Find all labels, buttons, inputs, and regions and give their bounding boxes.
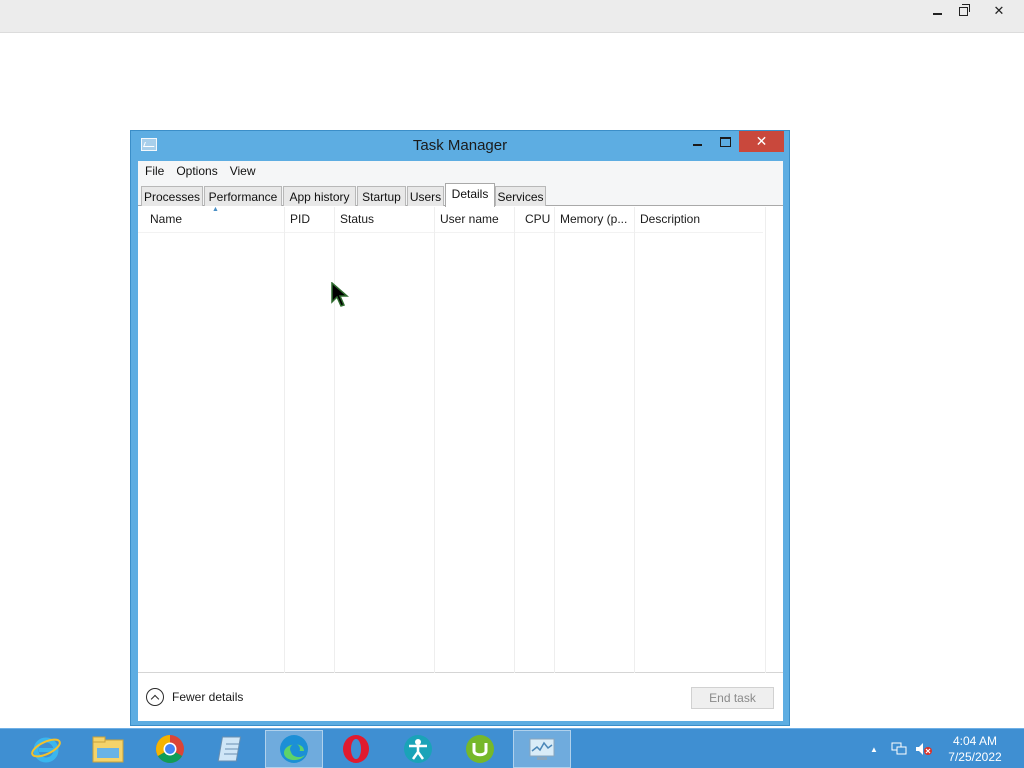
details-table: ▲ Name PID Status User name CPU Memory (…	[138, 207, 783, 673]
taskbar-chrome[interactable]	[141, 730, 199, 768]
taskbar-notepad[interactable]	[203, 730, 261, 768]
column-label-memory: Memory (p...	[560, 212, 628, 226]
column-label-user-name: User name	[440, 212, 499, 226]
host-title-bar: ✕	[0, 0, 1024, 33]
column-label-pid: PID	[290, 212, 311, 226]
tab-performance[interactable]: Performance	[204, 186, 282, 206]
column-header-name[interactable]: ▲ Name	[144, 207, 284, 231]
header-divider	[138, 232, 763, 233]
taskbar-opera[interactable]	[327, 730, 385, 768]
system-clock[interactable]: 4:04 AM 7/25/2022	[940, 733, 1010, 765]
file-explorer-icon	[92, 736, 124, 763]
tab-processes[interactable]: Processes	[141, 186, 203, 206]
column-divider[interactable]	[765, 207, 766, 673]
clock-time: 4:04 AM	[952, 734, 998, 748]
chevron-up-icon	[146, 688, 164, 706]
taskbar-internet-explorer[interactable]	[17, 730, 75, 768]
maximize-button[interactable]	[712, 131, 738, 152]
column-header-description[interactable]: Description	[634, 207, 765, 231]
column-label-description: Description	[640, 212, 701, 226]
mouse-cursor-icon	[331, 282, 349, 307]
tab-app-history[interactable]: App history	[283, 186, 356, 206]
footer-bar: Fewer details End task	[138, 673, 783, 721]
sort-ascending-icon: ▲	[212, 207, 219, 213]
taskbar-utorrent[interactable]	[451, 730, 509, 768]
accessibility-app-icon	[404, 735, 432, 763]
internet-explorer-icon	[31, 737, 61, 763]
tab-details[interactable]: Details	[445, 183, 495, 207]
task-manager-window: Task Manager ✕ File Options View Process…	[130, 130, 790, 726]
column-divider[interactable]	[634, 207, 635, 673]
title-bar[interactable]: Task Manager ✕	[131, 131, 789, 161]
utorrent-icon	[466, 735, 494, 763]
clock-date: 7/25/2022	[948, 750, 1002, 764]
chrome-icon	[156, 735, 184, 763]
taskbar-edge[interactable]	[265, 730, 323, 768]
opera-icon	[343, 735, 369, 763]
host-restore-button[interactable]	[948, 0, 978, 22]
host-close-button[interactable]: ✕	[983, 0, 1015, 22]
column-header-memory[interactable]: Memory (p...	[554, 207, 634, 231]
show-hidden-icons-button[interactable]: ▲	[867, 729, 881, 768]
close-icon: ✕	[755, 133, 768, 149]
column-header-cpu[interactable]: CPU	[514, 207, 554, 231]
column-header-user-name[interactable]: User name	[434, 207, 514, 231]
network-icon	[891, 742, 907, 755]
volume-muted-icon	[916, 743, 932, 755]
tab-services[interactable]: Services	[495, 186, 546, 206]
column-divider[interactable]	[554, 207, 555, 673]
column-divider[interactable]	[434, 207, 435, 673]
menu-file[interactable]: File	[138, 164, 170, 178]
minimize-button[interactable]	[684, 131, 710, 152]
column-divider[interactable]	[284, 207, 285, 673]
column-header-pid[interactable]: PID	[284, 207, 334, 231]
window-client-area: File Options View Processes Performance …	[138, 161, 783, 721]
column-label-name: Name	[150, 212, 183, 226]
taskbar: ▲ 4:04 AM 7/25/2022	[0, 728, 1024, 768]
volume-tray-button[interactable]	[914, 729, 934, 768]
menu-view[interactable]: View	[224, 164, 262, 178]
tab-startup[interactable]: Startup	[357, 186, 406, 206]
menu-options[interactable]: Options	[170, 164, 223, 178]
chevron-up-icon: ▲	[870, 744, 878, 754]
menu-bar: File Options View	[138, 161, 783, 181]
network-tray-button[interactable]	[889, 729, 909, 768]
close-button[interactable]: ✕	[739, 131, 784, 152]
fewer-details-button[interactable]: Fewer details	[146, 688, 243, 706]
column-divider[interactable]	[514, 207, 515, 673]
end-task-button[interactable]: End task	[691, 687, 774, 709]
taskbar-task-manager[interactable]	[513, 730, 571, 768]
fewer-details-label: Fewer details	[172, 690, 244, 704]
tab-users[interactable]: Users	[407, 186, 444, 206]
taskbar-accessibility-app[interactable]	[389, 730, 447, 768]
column-label-cpu: CPU	[525, 212, 551, 226]
tab-strip: Processes Performance App history Startu…	[138, 181, 783, 207]
column-label-status: Status	[340, 212, 375, 226]
notepad-icon	[217, 736, 242, 762]
task-manager-icon	[529, 738, 555, 760]
column-header-status[interactable]: Status	[334, 207, 434, 231]
taskbar-file-explorer[interactable]	[79, 730, 137, 768]
edge-icon	[280, 735, 308, 763]
column-divider[interactable]	[334, 207, 335, 673]
